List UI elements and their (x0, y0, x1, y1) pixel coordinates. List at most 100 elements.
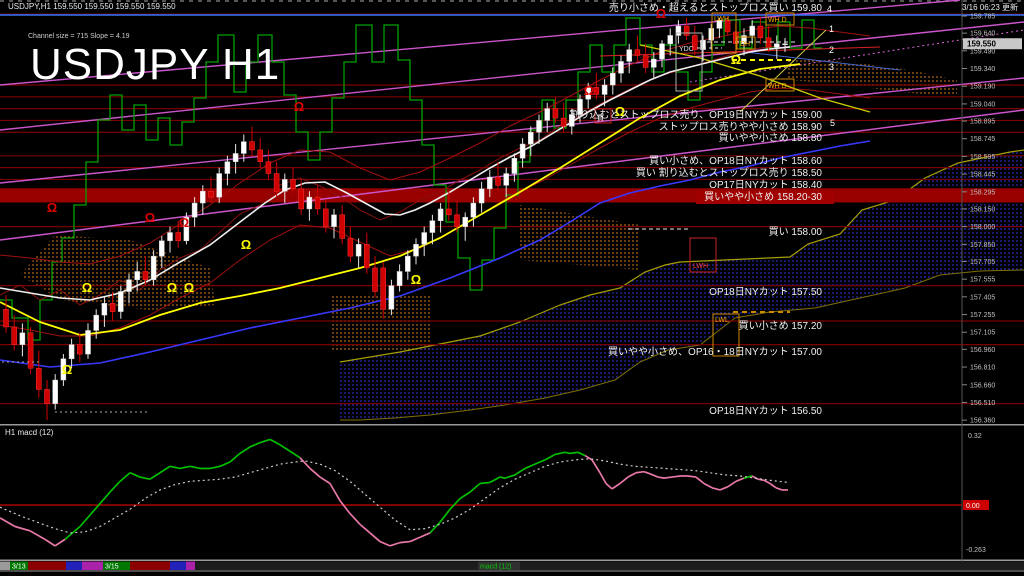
candle-body (200, 190, 206, 204)
macd-line (149, 472, 161, 480)
macd-line (569, 451, 579, 455)
candle-body (150, 255, 157, 280)
macd-line (663, 476, 673, 479)
price-tick-label: 159.040 (970, 101, 995, 108)
candle-body (68, 344, 75, 360)
line-number-label: 3 (829, 62, 834, 72)
macd-line (44, 538, 56, 547)
session-bar-segment (28, 561, 66, 570)
session-bar-label: 3/15 (105, 564, 119, 571)
macd-line (54, 538, 66, 547)
candle-body (765, 37, 772, 48)
ichimoku-orange-cloud (330, 295, 430, 350)
order-annotation-15820-highlight: 買いやや小さめ 158.20-30 (696, 191, 834, 204)
range-box-label: LWH (693, 263, 708, 270)
macd-line (359, 523, 371, 534)
candle-body (11, 326, 17, 345)
page-title: USDJPY H1 (30, 40, 281, 89)
candle-body (347, 238, 354, 257)
macd-line (479, 481, 491, 485)
candle-body (462, 216, 468, 227)
current-price-label: 159.550 (967, 40, 996, 49)
macd-line (687, 475, 697, 478)
macd-pane-label: H1 macd (12) (5, 428, 54, 437)
order-annotation-15850: 買い 割り込むとストップロス売り 158.50 (635, 168, 822, 179)
macd-line (544, 453, 556, 461)
candle-body (323, 208, 329, 227)
candle-body (552, 108, 559, 119)
omega-marker-red: Ω (584, 83, 594, 98)
range-box-label: YDC (679, 46, 694, 53)
candle-body (191, 202, 198, 218)
macd-line (119, 472, 131, 482)
session-bar-label: 3/13 (12, 564, 26, 571)
price-tick-label: 157.105 (970, 330, 995, 337)
macd-line (209, 465, 221, 470)
session-bar-segment (170, 561, 186, 570)
candle-body (298, 188, 304, 210)
candle-body (27, 332, 34, 369)
macd-line (189, 465, 201, 470)
price-tick-label: 158.595 (970, 154, 995, 161)
candle-body (314, 196, 321, 210)
session-bar-segment (195, 561, 1024, 570)
price-tick-label: 159.190 (970, 84, 995, 91)
macd-line (459, 491, 471, 500)
macd-line (329, 483, 341, 502)
price-tick-label: 158.445 (970, 172, 995, 179)
price-tick-label: 156.510 (970, 400, 995, 407)
macd-line (599, 472, 607, 484)
last-updated-label: 3/16 06:23 更新 (961, 3, 1018, 12)
macd-line (64, 525, 81, 541)
price-tick-label: 159.640 (970, 31, 995, 38)
macd-tick-bottom: -0.263 (966, 547, 986, 554)
macd-line (129, 471, 141, 478)
macd-line (619, 476, 629, 485)
candle-body (216, 173, 222, 198)
price-tick-label: 156.660 (970, 382, 995, 389)
macd-line (591, 459, 601, 474)
macd-line (727, 480, 737, 488)
session-bar-segment (0, 561, 10, 570)
pane-separator (0, 559, 1024, 561)
order-annotation-15840: OP17日NYカット 158.40 (709, 180, 822, 191)
candle-body (413, 244, 419, 257)
macd-line (584, 454, 593, 461)
macd-line (79, 508, 96, 528)
candle-body (536, 120, 542, 133)
candle-body (126, 279, 132, 292)
macd-tick-top: 0.32 (968, 433, 982, 440)
macd-line (469, 482, 481, 493)
candle-body (52, 379, 58, 404)
order-annotation-15980: 売り小さめ・超えるとストップロス買い 159.80 (608, 3, 822, 14)
candle-body (380, 267, 386, 310)
session-bar-segment (82, 561, 103, 570)
macd-line (409, 536, 421, 543)
order-annotation-15750: OP18日NYカット 157.50 (709, 287, 822, 298)
range-box-label: WH D (768, 83, 787, 90)
candle-body (495, 176, 501, 186)
macd-line (719, 485, 729, 491)
omega-marker-yellow: Ω (62, 362, 72, 377)
macd-line (504, 474, 516, 479)
macd-line (429, 521, 441, 534)
candle-body (265, 161, 272, 174)
candle-body (757, 25, 764, 39)
macd-line (611, 482, 621, 490)
candle-body (601, 84, 608, 95)
candle-body (544, 108, 550, 121)
macd-line (14, 525, 31, 532)
order-annotation-15880: 買いやや小さめ 158.80 (718, 133, 822, 144)
candle-body (290, 179, 296, 190)
trading-chart-window: Ω Ω Ω Ω Ω Ω Ω Ω Ω Ω Ω Ω Ω Ω YDC LWH DH WH D WH D LWH LWL 買 4 1 2… (0, 0, 1024, 576)
line-number-label: 1 (829, 24, 834, 34)
candle-body (306, 196, 313, 210)
candle-body (159, 240, 165, 257)
macd-line (635, 470, 645, 474)
bottom-separator (0, 570, 1024, 572)
macd-line (259, 438, 271, 444)
macd-line (109, 480, 121, 493)
macd-line (399, 540, 411, 544)
pane-separator (0, 424, 1024, 426)
candle-body (77, 344, 83, 355)
